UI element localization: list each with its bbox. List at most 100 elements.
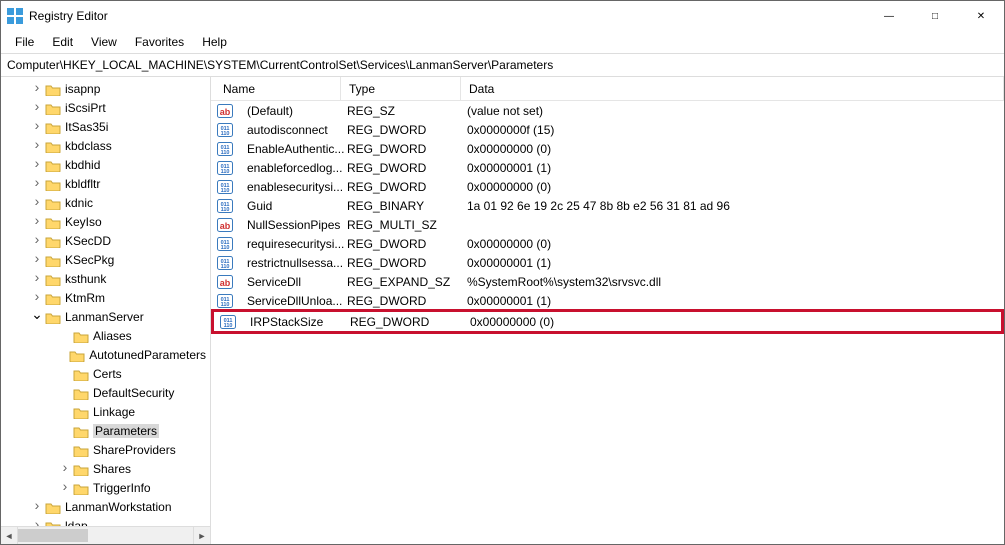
value-row[interactable]: (Default)REG_SZ(value not set) <box>211 101 1004 120</box>
tree-item-label: Aliases <box>93 329 132 343</box>
value-row[interactable]: IRPStackSizeREG_DWORD0x00000000 (0) <box>211 309 1004 334</box>
tree-item[interactable]: Certs <box>1 364 210 383</box>
scroll-right-button[interactable]: ► <box>193 527 210 544</box>
tree-item[interactable]: ›kbdhid <box>1 155 210 174</box>
tree-item[interactable]: ⌄ LanmanServer <box>1 307 210 326</box>
tree-item[interactable]: ›Shares <box>1 459 210 478</box>
value-row[interactable]: NullSessionPipesREG_MULTI_SZ <box>211 215 1004 234</box>
chevron-right-icon[interactable]: › <box>31 212 43 228</box>
value-type: REG_DWORD <box>350 315 470 329</box>
folder-icon <box>45 101 61 115</box>
tree-item[interactable]: ›ksthunk <box>1 269 210 288</box>
value-data: %SystemRoot%\system32\srvsvc.dll <box>467 275 1004 289</box>
chevron-right-icon[interactable]: › <box>31 231 43 247</box>
string-value-icon <box>217 217 233 233</box>
tree-item[interactable]: Aliases <box>1 326 210 345</box>
value-name: restrictnullsessa... <box>239 256 347 270</box>
column-type[interactable]: Type <box>341 77 461 100</box>
tree-item[interactable]: AutotunedParameters <box>1 345 210 364</box>
column-data[interactable]: Data <box>461 77 1004 100</box>
menu-view[interactable]: View <box>83 33 125 51</box>
menu-help[interactable]: Help <box>194 33 235 51</box>
value-type: REG_DWORD <box>347 256 467 270</box>
values-list[interactable]: (Default)REG_SZ(value not set)autodiscon… <box>211 101 1004 544</box>
titlebar: Registry Editor — □ ✕ <box>1 1 1004 31</box>
scroll-track[interactable] <box>18 527 193 544</box>
value-row[interactable]: ServiceDllUnloa...REG_DWORD0x00000001 (1… <box>211 291 1004 310</box>
chevron-right-icon[interactable]: › <box>31 79 43 95</box>
chevron-down-icon[interactable]: ⌄ <box>31 306 43 323</box>
tree-item[interactable]: ›KSecDD <box>1 231 210 250</box>
tree-item[interactable]: ›kdnic <box>1 193 210 212</box>
binary-value-icon <box>217 293 233 309</box>
chevron-right-icon[interactable]: › <box>31 117 43 133</box>
tree-item[interactable]: ›KtmRm <box>1 288 210 307</box>
menu-favorites[interactable]: Favorites <box>127 33 192 51</box>
key-tree[interactable]: ›isapnp›iScsiPrt›ItSas35i›kbdclass›kbdhi… <box>1 77 210 526</box>
chevron-right-icon[interactable]: › <box>31 136 43 152</box>
chevron-right-icon[interactable]: › <box>31 288 43 304</box>
tree-item[interactable]: ShareProviders <box>1 440 210 459</box>
value-row[interactable]: enableforcedlog...REG_DWORD0x00000001 (1… <box>211 158 1004 177</box>
tree-item[interactable]: ›isapnp <box>1 79 210 98</box>
value-row[interactable]: ServiceDllREG_EXPAND_SZ%SystemRoot%\syst… <box>211 272 1004 291</box>
folder-icon <box>45 82 61 96</box>
chevron-right-icon[interactable]: › <box>59 459 71 475</box>
binary-value-icon <box>217 179 233 195</box>
tree-item[interactable]: ›ItSas35i <box>1 117 210 136</box>
tree-panel: ›isapnp›iScsiPrt›ItSas35i›kbdclass›kbdhi… <box>1 77 211 544</box>
value-row[interactable]: requiresecuritysi...REG_DWORD0x00000000 … <box>211 234 1004 253</box>
value-row[interactable]: restrictnullsessa...REG_DWORD0x00000001 … <box>211 253 1004 272</box>
value-row[interactable]: EnableAuthentic...REG_DWORD0x00000000 (0… <box>211 139 1004 158</box>
menu-file[interactable]: File <box>7 33 42 51</box>
tree-item[interactable]: ›KeyIso <box>1 212 210 231</box>
chevron-right-icon[interactable]: › <box>31 497 43 513</box>
binary-value-icon <box>217 255 233 271</box>
value-row[interactable]: autodisconnectREG_DWORD0x0000000f (15) <box>211 120 1004 139</box>
tree-horizontal-scrollbar[interactable]: ◄ ► <box>1 526 210 544</box>
tree-item[interactable]: ›ldap <box>1 516 210 526</box>
tree-item[interactable]: Parameters <box>1 421 210 440</box>
chevron-right-icon[interactable]: › <box>31 269 43 285</box>
tree-item[interactable]: ›KSecPkg <box>1 250 210 269</box>
value-name: requiresecuritysi... <box>239 237 347 251</box>
chevron-right-icon[interactable]: › <box>31 250 43 266</box>
address-bar[interactable]: Computer\HKEY_LOCAL_MACHINE\SYSTEM\Curre… <box>1 53 1004 77</box>
tree-item-label: AutotunedParameters <box>89 348 206 362</box>
scroll-left-button[interactable]: ◄ <box>1 527 18 544</box>
value-row[interactable]: enablesecuritysi...REG_DWORD0x00000000 (… <box>211 177 1004 196</box>
folder-icon <box>69 348 85 362</box>
folder-icon <box>45 158 61 172</box>
tree-item[interactable]: Linkage <box>1 402 210 421</box>
chevron-right-icon[interactable]: › <box>59 478 71 494</box>
chevron-right-icon[interactable]: › <box>31 98 43 114</box>
binary-value-icon <box>217 141 233 157</box>
tree-item-label: LanmanServer <box>65 310 144 324</box>
menu-edit[interactable]: Edit <box>44 33 81 51</box>
tree-item[interactable]: ›kbldfltr <box>1 174 210 193</box>
value-type: REG_DWORD <box>347 123 467 137</box>
chevron-right-icon[interactable]: › <box>31 155 43 171</box>
tree-item[interactable]: ›TriggerInfo <box>1 478 210 497</box>
minimize-button[interactable]: — <box>866 1 912 31</box>
value-data: 0x00000000 (0) <box>467 180 1004 194</box>
maximize-button[interactable]: □ <box>912 1 958 31</box>
folder-icon <box>73 405 89 419</box>
value-data: 0x00000000 (0) <box>467 142 1004 156</box>
chevron-right-icon[interactable]: › <box>31 193 43 209</box>
tree-item[interactable]: DefaultSecurity <box>1 383 210 402</box>
column-name[interactable]: Name <box>211 77 341 100</box>
scroll-thumb[interactable] <box>18 529 88 542</box>
close-button[interactable]: ✕ <box>958 1 1004 31</box>
value-type: REG_DWORD <box>347 180 467 194</box>
value-name: NullSessionPipes <box>239 218 347 232</box>
tree-item[interactable]: ›iScsiPrt <box>1 98 210 117</box>
value-row[interactable]: GuidREG_BINARY1a 01 92 6e 19 2c 25 47 8b… <box>211 196 1004 215</box>
tree-item[interactable]: ›LanmanWorkstation <box>1 497 210 516</box>
folder-icon <box>45 215 61 229</box>
chevron-right-icon[interactable]: › <box>31 516 43 527</box>
value-name: (Default) <box>239 104 347 118</box>
tree-item[interactable]: ›kbdclass <box>1 136 210 155</box>
value-name: enablesecuritysi... <box>239 180 347 194</box>
chevron-right-icon[interactable]: › <box>31 174 43 190</box>
